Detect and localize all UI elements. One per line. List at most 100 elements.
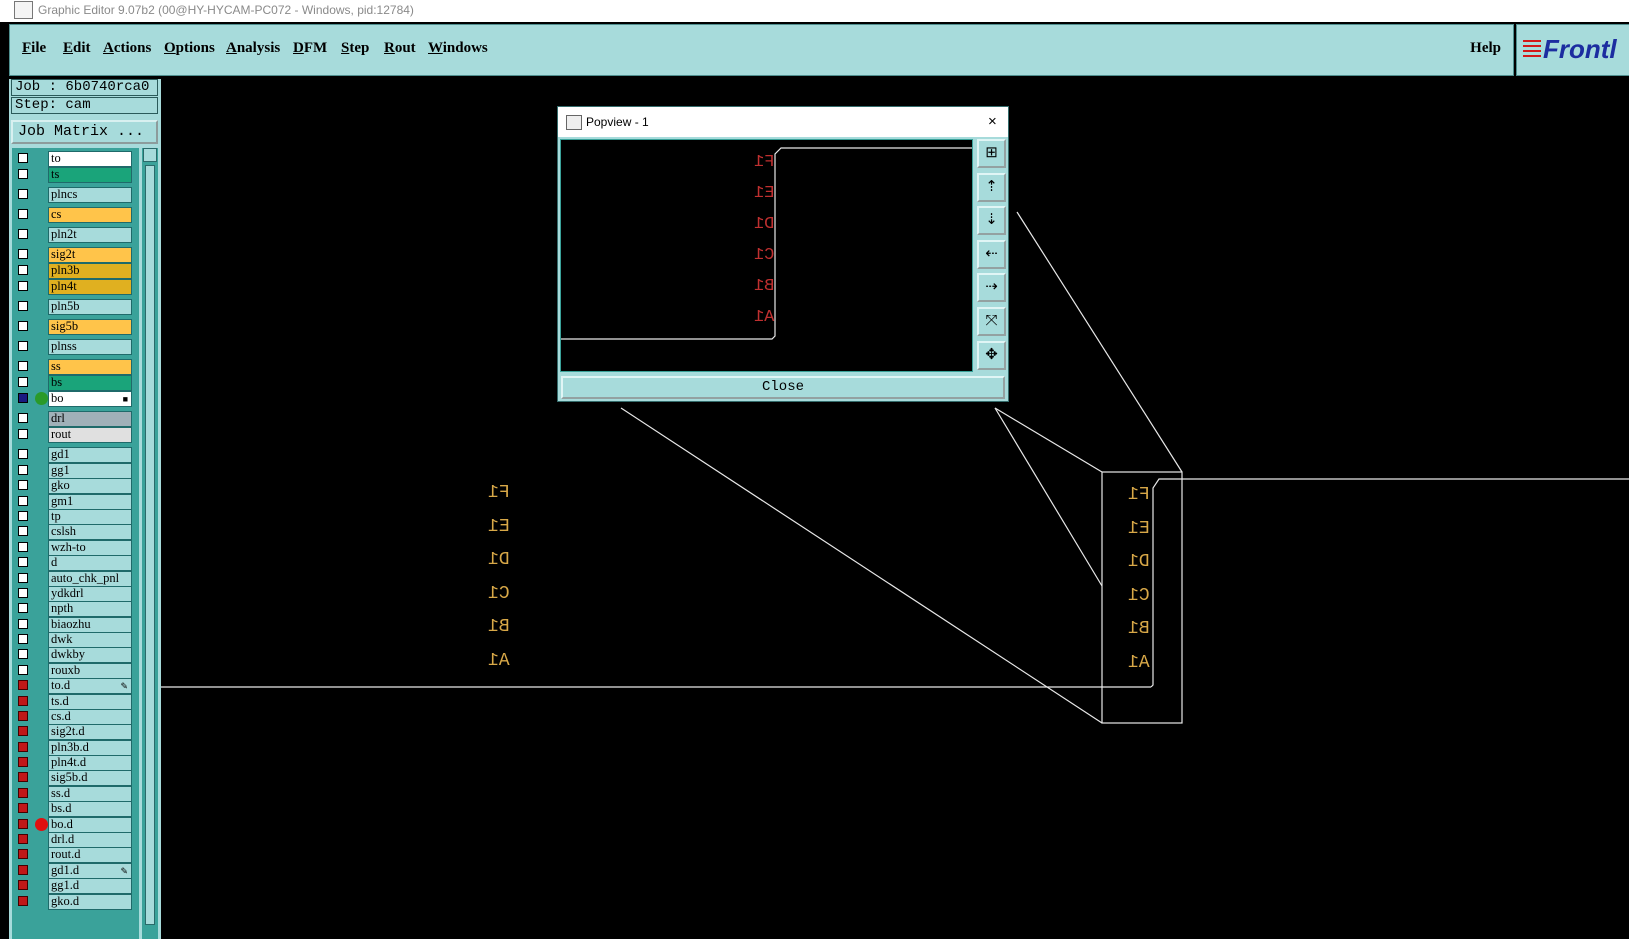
layer-name[interactable]: gm1 (48, 494, 132, 510)
layer-name[interactable]: auto_chk_pnl (48, 571, 132, 587)
layer-name[interactable]: rouxb (48, 663, 132, 679)
layer-checkbox[interactable] (18, 588, 28, 598)
layer-row[interactable]: drl.d (12, 832, 139, 848)
layer-name[interactable]: wzh-to (48, 540, 132, 556)
layer-row[interactable]: ss (12, 359, 139, 375)
layer-checkbox[interactable] (18, 757, 28, 767)
popview-canvas[interactable]: F1 E1 D1 C1 B1 A1 (560, 139, 973, 372)
layer-checkbox[interactable] (18, 649, 28, 659)
layer-name[interactable]: to (48, 151, 132, 167)
pan-down-icon[interactable]: ⇣ (977, 206, 1006, 236)
layer-name[interactable]: rout.d (48, 847, 132, 863)
layer-name[interactable]: biaozhu (48, 617, 132, 633)
layer-row[interactable]: gd1 (12, 447, 139, 463)
layer-checkbox[interactable] (18, 265, 28, 275)
layer-checkbox[interactable] (18, 573, 28, 583)
layer-row[interactable]: plncs (12, 187, 139, 203)
layer-row[interactable]: bo ■ (12, 391, 139, 407)
layer-name[interactable]: gd1.d ✎ (48, 863, 132, 879)
layer-checkbox[interactable] (18, 788, 28, 798)
layer-row[interactable]: pln3b (12, 263, 139, 279)
menu-windows[interactable]: Windows (428, 40, 488, 57)
layer-checkbox[interactable] (18, 377, 28, 387)
layer-row[interactable]: sig5b (12, 319, 139, 335)
center-icon[interactable]: ✥ (977, 340, 1006, 370)
layer-name[interactable]: dwkby (48, 647, 132, 663)
layer-name[interactable]: pln2t (48, 227, 132, 243)
layer-row[interactable]: bs.d (12, 801, 139, 817)
layer-checkbox[interactable] (18, 865, 28, 875)
layer-row[interactable]: gko (12, 478, 139, 494)
layer-name[interactable]: ydkdrl (48, 586, 132, 602)
layer-checkbox[interactable] (18, 542, 28, 552)
layer-name[interactable]: ts (48, 167, 132, 183)
layer-row[interactable]: sig2t (12, 247, 139, 263)
layer-checkbox[interactable] (18, 742, 28, 752)
layer-name[interactable]: to.d ✎ (48, 678, 132, 694)
fit-icon[interactable]: ⤧ (977, 307, 1006, 336)
layer-row[interactable]: ts (12, 167, 139, 183)
layer-checkbox[interactable] (18, 281, 28, 291)
zoom-in-icon[interactable]: ⊞ (977, 139, 1006, 168)
layer-name[interactable]: drl.d (48, 832, 132, 848)
layer-checkbox[interactable] (18, 449, 28, 459)
menu-file[interactable]: File (22, 40, 46, 57)
layer-name[interactable]: gd1 (48, 447, 132, 463)
layer-name[interactable]: sig2t (48, 247, 132, 263)
layer-row[interactable]: tp (12, 509, 139, 525)
layer-name[interactable]: rout (48, 427, 132, 443)
layer-checkbox[interactable] (18, 526, 28, 536)
layer-row[interactable]: drl (12, 411, 139, 427)
layer-checkbox[interactable] (18, 803, 28, 813)
layer-checkbox[interactable] (18, 496, 28, 506)
layer-name[interactable]: cs.d (48, 709, 132, 725)
layer-name[interactable]: ss.d (48, 786, 132, 802)
layer-name[interactable]: tp (48, 509, 132, 525)
layer-name[interactable]: ss (48, 359, 132, 375)
layer-checkbox[interactable] (18, 665, 28, 675)
layer-row[interactable]: pln4t (12, 279, 139, 295)
layer-row[interactable]: bs (12, 375, 139, 391)
layer-checkbox[interactable] (18, 819, 28, 829)
layer-row[interactable]: rouxb (12, 663, 139, 679)
layer-name[interactable]: dwk (48, 632, 132, 648)
menu-rout[interactable]: Rout (384, 40, 416, 57)
layer-row[interactable]: pln3b.d (12, 740, 139, 756)
layer-row[interactable]: rout (12, 427, 139, 443)
layer-name[interactable]: npth (48, 601, 132, 617)
layer-checkbox[interactable] (18, 429, 28, 439)
layer-row[interactable]: cslsh (12, 524, 139, 540)
layer-name[interactable]: bo.d (48, 817, 132, 833)
layer-name[interactable]: drl (48, 411, 132, 427)
menu-options[interactable]: Options (164, 40, 215, 57)
layer-row[interactable]: ydkdrl (12, 586, 139, 602)
layer-name[interactable]: sig5b.d (48, 770, 132, 786)
layer-name[interactable]: pln3b.d (48, 740, 132, 756)
layer-checkbox[interactable] (18, 834, 28, 844)
layer-row[interactable]: gko.d (12, 894, 139, 910)
layer-name[interactable]: plncs (48, 187, 132, 203)
layer-checkbox[interactable] (18, 896, 28, 906)
layer-row[interactable]: npth (12, 601, 139, 617)
layer-row[interactable]: rout.d (12, 847, 139, 863)
layer-row[interactable]: gg1 (12, 463, 139, 479)
layer-checkbox[interactable] (18, 849, 28, 859)
layer-row[interactable]: biaozhu (12, 617, 139, 633)
layer-row[interactable]: ts.d (12, 694, 139, 710)
layer-row[interactable]: sig5b.d (12, 770, 139, 786)
layer-name[interactable]: ts.d (48, 694, 132, 710)
layer-checkbox[interactable] (18, 711, 28, 721)
layer-checkbox[interactable] (18, 209, 28, 219)
popview-close-button[interactable]: Close (561, 376, 1005, 399)
layer-checkbox[interactable] (18, 321, 28, 331)
job-matrix-button[interactable]: Job Matrix ... (11, 120, 158, 144)
layer-checkbox[interactable] (18, 413, 28, 423)
layer-checkbox[interactable] (18, 153, 28, 163)
pan-right-icon[interactable]: ⇢ (977, 273, 1006, 303)
layer-row[interactable]: pln2t (12, 227, 139, 243)
layer-row[interactable]: auto_chk_pnl (12, 571, 139, 587)
layer-name[interactable]: pln4t (48, 279, 132, 295)
layer-row[interactable]: to (12, 151, 139, 167)
layer-row[interactable]: cs.d (12, 709, 139, 725)
layer-name[interactable]: bo ■ (48, 391, 132, 407)
